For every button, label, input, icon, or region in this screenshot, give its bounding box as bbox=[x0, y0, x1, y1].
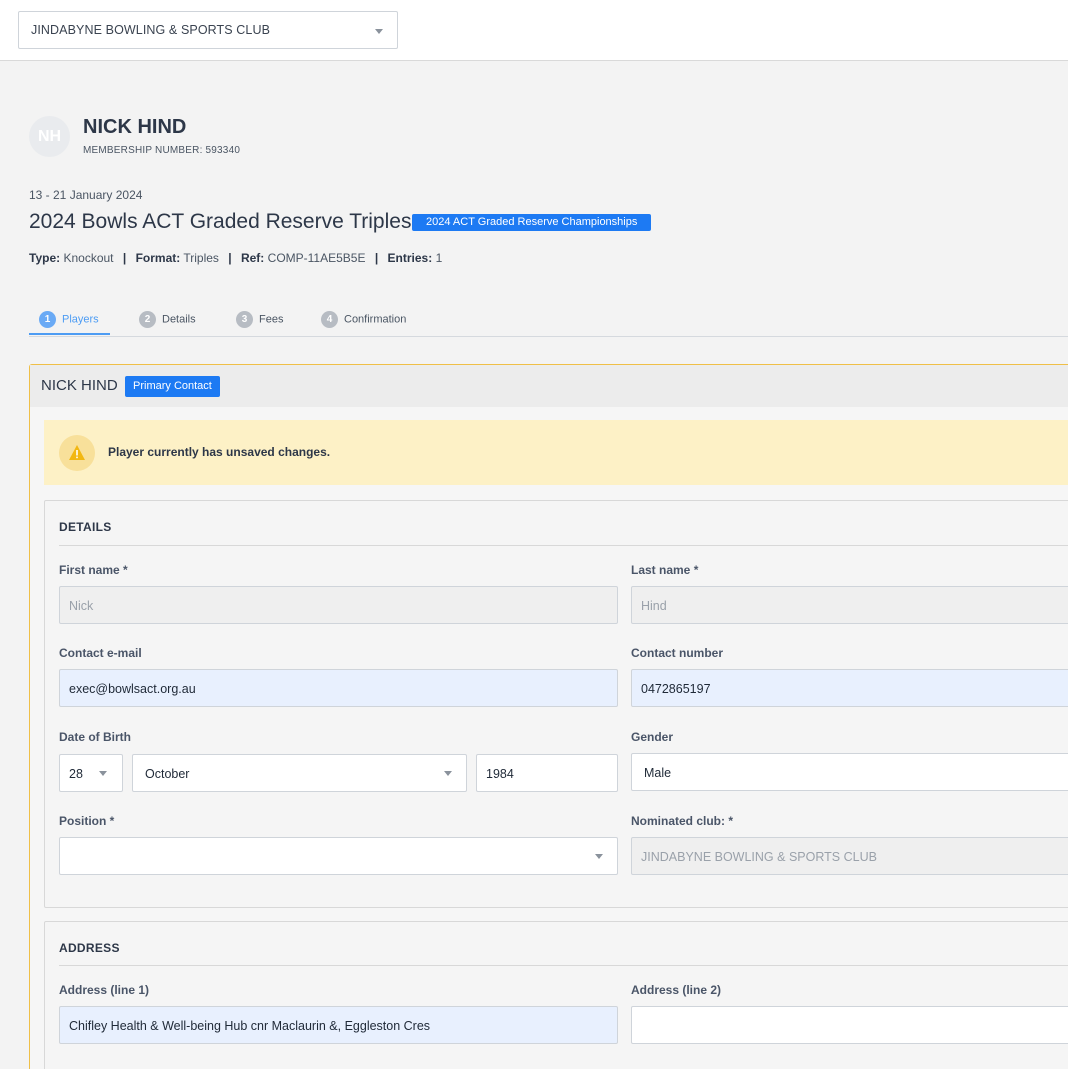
first-name-field[interactable]: Nick bbox=[59, 586, 618, 624]
tab-fees[interactable]: 3 Fees bbox=[236, 311, 283, 336]
club-select[interactable]: JINDABYNE BOWLING & SPORTS CLUB bbox=[18, 11, 398, 49]
contact-number-field[interactable]: 0472865197 bbox=[631, 669, 1068, 707]
avatar: NH bbox=[29, 116, 70, 157]
member-name: NICK HIND bbox=[83, 116, 187, 138]
last-name-field[interactable]: Hind bbox=[631, 586, 1068, 624]
championship-badge: 2024 ACT Graded Reserve Championships bbox=[412, 214, 652, 231]
details-section: DETAILS First name * Nick Last name * Hi… bbox=[44, 500, 1068, 908]
address-line1-field[interactable]: Chifley Health & Well-being Hub cnr Macl… bbox=[59, 1006, 618, 1044]
tab-label: Players bbox=[62, 313, 99, 326]
step-number: 3 bbox=[236, 311, 253, 328]
dob-label: Date of Birth bbox=[59, 730, 131, 744]
nominated-club-field[interactable]: JINDABYNE BOWLING & SPORTS CLUB bbox=[631, 837, 1068, 875]
membership-number: MEMBERSHIP NUMBER: 593340 bbox=[83, 145, 241, 156]
divider bbox=[59, 545, 1068, 546]
position-label: Position * bbox=[59, 814, 115, 828]
gender-value: Male bbox=[644, 766, 672, 780]
address-line1-label: Address (line 1) bbox=[59, 983, 150, 997]
separator: | bbox=[228, 251, 232, 265]
tab-label: Details bbox=[162, 313, 196, 326]
nominated-club-label: Nominated club: * bbox=[631, 814, 734, 828]
dob-year-field[interactable]: 1984 bbox=[476, 754, 618, 792]
separator: | bbox=[374, 251, 379, 265]
unsaved-changes-alert: Player currently has unsaved changes. bbox=[44, 420, 1068, 485]
warning-icon bbox=[59, 435, 95, 471]
section-title: ADDRESS bbox=[59, 941, 120, 955]
address-line2-field[interactable] bbox=[631, 1006, 1068, 1044]
dob-day-value: 28 bbox=[69, 767, 83, 781]
separator: | bbox=[122, 251, 127, 265]
entries-value: 1 bbox=[435, 251, 443, 265]
address-line2-label: Address (line 2) bbox=[631, 983, 722, 997]
type-label: Type: bbox=[29, 251, 61, 265]
chevron-down-icon bbox=[375, 29, 383, 34]
last-name-label: Last name * bbox=[631, 563, 699, 577]
active-tab-indicator bbox=[29, 333, 110, 335]
dob-day-select[interactable]: 28 bbox=[59, 754, 123, 792]
tab-label: Fees bbox=[259, 313, 284, 326]
chevron-down-icon bbox=[444, 771, 452, 776]
step-number: 4 bbox=[321, 311, 338, 328]
divider bbox=[59, 965, 1068, 966]
section-title: DETAILS bbox=[59, 520, 112, 534]
step-number: 1 bbox=[39, 311, 56, 328]
tab-confirmation[interactable]: 4 Confirmation bbox=[321, 311, 406, 336]
ref-label: Ref: bbox=[240, 251, 265, 265]
competition-title: 2024 Bowls ACT Graded Reserve Triples bbox=[29, 210, 412, 233]
email-label: Contact e-mail bbox=[59, 646, 142, 660]
step-number: 2 bbox=[139, 311, 156, 328]
gender-label: Gender bbox=[631, 730, 674, 744]
contact-number-label: Contact number bbox=[631, 646, 724, 660]
player-card: NICK HIND Primary Contact Player current… bbox=[29, 364, 1068, 1069]
player-card-header: NICK HIND Primary Contact bbox=[30, 365, 1068, 407]
type-value: Knockout bbox=[63, 251, 114, 265]
dob-month-select[interactable]: October bbox=[132, 754, 467, 792]
dob-month-value: October bbox=[145, 767, 190, 781]
tab-details[interactable]: 2 Details bbox=[139, 311, 196, 336]
chevron-down-icon bbox=[99, 771, 107, 776]
format-value: Triples bbox=[183, 251, 219, 265]
primary-contact-badge: Primary Contact bbox=[125, 376, 220, 397]
competition-dates: 13 - 21 January 2024 bbox=[29, 188, 143, 202]
competition-meta: Type: Knockout | Format: Triples | Ref: … bbox=[29, 251, 442, 265]
tab-label: Confirmation bbox=[344, 313, 407, 326]
player-name: NICK HIND bbox=[41, 377, 118, 394]
position-select[interactable] bbox=[59, 837, 618, 875]
step-tabs: 1 Players 2 Details 3 Fees 4 Confirmation bbox=[29, 307, 1068, 337]
chevron-down-icon bbox=[595, 854, 603, 859]
ref-value: COMP-11AE5B5E bbox=[267, 251, 366, 265]
first-name-label: First name * bbox=[59, 563, 128, 577]
top-bar: JINDABYNE BOWLING & SPORTS CLUB bbox=[0, 0, 1068, 61]
club-select-value: JINDABYNE BOWLING & SPORTS CLUB bbox=[31, 23, 271, 37]
entries-label: Entries: bbox=[387, 251, 433, 265]
gender-select[interactable]: Male bbox=[631, 753, 1068, 791]
email-field[interactable]: exec@bowlsact.org.au bbox=[59, 669, 618, 707]
address-section: ADDRESS Address (line 1) Chifley Health … bbox=[44, 921, 1068, 1069]
alert-message: Player currently has unsaved changes. bbox=[108, 445, 331, 459]
format-label: Format: bbox=[135, 251, 181, 265]
